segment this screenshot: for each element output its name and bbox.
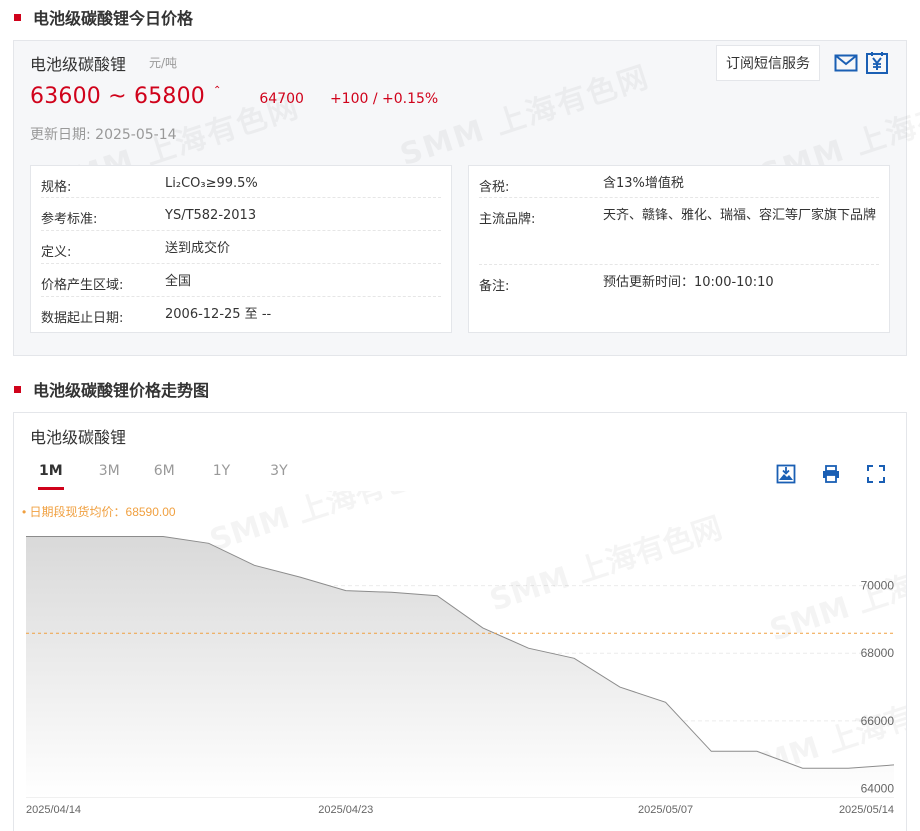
y-tick-label: 66000 xyxy=(861,714,895,728)
chart-panel: 电池级碳酸锂 1M 3M 6M 1Y 3Y SMM 上海有色网 SMM 上海有色网… xyxy=(13,412,907,831)
spec-row: 主流品牌: 天齐、赣锋、雅化、瑞福、容汇等厂家旗下品牌 xyxy=(479,198,879,265)
spec-row: 定义: 送到成交价 xyxy=(41,231,441,264)
average-label: • 日期段现货均价：68590.00 xyxy=(22,504,176,519)
spec-key: 含税: xyxy=(479,180,510,195)
range-tabs: 1M 3M 6M 1Y 3Y xyxy=(38,463,288,490)
spec-row: 规格: Li₂CO₃≥99.5% xyxy=(41,166,441,198)
spec-value: 天齐、赣锋、雅化、瑞福、容汇等厂家旗下品牌 xyxy=(603,208,877,223)
price-area xyxy=(26,536,894,797)
spec-value: 预估更新时间：10:00-10:10 xyxy=(603,275,774,290)
spec-value: 2006-12-25 至 -- xyxy=(165,307,272,322)
today-price-section-title: 电池级碳酸锂今日价格 xyxy=(14,6,193,28)
watermark: SMM 上海有色网 xyxy=(766,541,906,649)
trend-up-icon: ⌃ xyxy=(213,85,222,96)
spec-value: YS/T582-2013 xyxy=(165,208,257,223)
tab-3m[interactable]: 3M xyxy=(99,463,120,479)
watermark: SMM 上海有色网 xyxy=(206,491,447,559)
fullscreen-icon[interactable] xyxy=(866,464,886,484)
image-download-icon[interactable] xyxy=(776,464,796,484)
watermark: SMM 上海有色网 xyxy=(486,511,727,619)
section-marker xyxy=(14,385,21,393)
spec-row: 含税: 含13%增值税 xyxy=(479,166,879,198)
price-panel: SMM 上海有色网 SMM 上海有色网 SMM 上海有色网 电池级碳酸锂 元/吨… xyxy=(13,40,920,356)
watermark: SMM 上海有色网 xyxy=(394,52,655,174)
x-tick-label: 2025/04/23 xyxy=(318,804,373,816)
price-change: +100 / +0.15% xyxy=(329,91,439,107)
spec-row: 数据起止日期: 2006-12-25 至 -- xyxy=(41,297,441,330)
spec-key: 参考标准: xyxy=(41,212,98,227)
print-icon[interactable] xyxy=(821,464,841,484)
today-price-heading: 电池级碳酸锂今日价格 xyxy=(33,9,194,28)
spec-row: 价格产生区域: 全国 xyxy=(41,264,441,297)
x-tick-label: 2025/04/14 xyxy=(26,804,81,816)
tab-1m[interactable]: 1M xyxy=(38,463,64,490)
y-tick-label: 68000 xyxy=(861,646,895,660)
average-price: 64700 xyxy=(259,91,304,107)
price-trend-chart[interactable]: SMM 上海有色网SMM 上海有色网SMM 上海有色网SMM 上海有色网 • 日… xyxy=(14,491,906,831)
update-date: 更新日期: 2025-05-14 xyxy=(30,127,177,143)
tab-3y[interactable]: 3Y xyxy=(270,463,287,479)
spec-box-left: 规格: Li₂CO₃≥99.5% 参考标准: YS/T582-2013 定义: … xyxy=(30,165,452,333)
spec-row: 备注: 预估更新时间：10:00-10:10 xyxy=(479,265,879,298)
trend-section-title: 电池级碳酸锂价格走势图 xyxy=(14,378,209,400)
y-tick-label: 64000 xyxy=(861,782,895,796)
price-unit: 元/吨 xyxy=(149,56,178,70)
price-row: 63600 ~ 65800 ⌃ 64700 +100 / +0.15% xyxy=(30,84,438,109)
chart-name: 电池级碳酸锂 xyxy=(30,428,127,447)
x-tick-label: 2025/05/14 xyxy=(839,804,894,816)
section-marker xyxy=(14,13,21,21)
x-tick-label: 2025/05/07 xyxy=(638,804,693,816)
spec-box-right: 含税: 含13%增值税 主流品牌: 天齐、赣锋、雅化、瑞福、容汇等厂家旗下品牌 … xyxy=(468,165,890,333)
spec-key: 备注: xyxy=(479,279,510,294)
spec-key: 价格产生区域: xyxy=(41,278,124,293)
spec-value: 送到成交价 xyxy=(165,241,231,256)
tab-6m[interactable]: 6M xyxy=(154,463,175,479)
spec-value: Li₂CO₃≥99.5% xyxy=(165,176,258,191)
price-range: 63600 ~ 65800 xyxy=(30,84,205,109)
trend-heading: 电池级碳酸锂价格走势图 xyxy=(33,381,210,400)
product-name: 电池级碳酸锂 xyxy=(30,55,127,74)
mail-icon[interactable] xyxy=(834,51,858,75)
spec-value: 全国 xyxy=(165,274,192,289)
spec-key: 数据起止日期: xyxy=(41,311,124,326)
yuan-icon[interactable] xyxy=(865,51,889,75)
spec-value: 含13%增值税 xyxy=(603,176,684,191)
tab-1y[interactable]: 1Y xyxy=(213,463,230,479)
spec-key: 规格: xyxy=(41,180,72,195)
y-tick-label: 70000 xyxy=(861,579,895,593)
spec-row: 参考标准: YS/T582-2013 xyxy=(41,198,441,231)
spec-key: 主流品牌: xyxy=(479,212,536,227)
spec-key: 定义: xyxy=(41,245,72,260)
subscribe-sms-button[interactable]: 订阅短信服务 xyxy=(716,45,820,81)
